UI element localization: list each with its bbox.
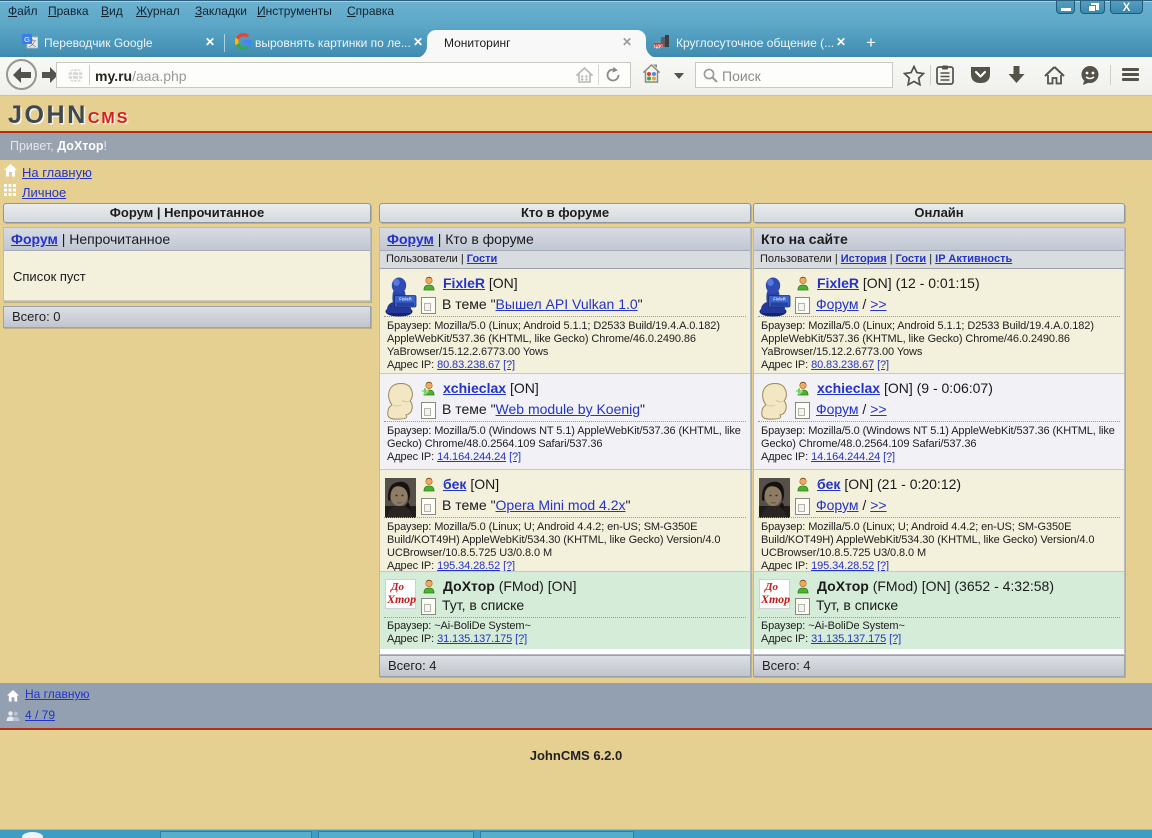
svg-text:ЦДС: ЦДС bbox=[654, 43, 664, 48]
svg-text:G: G bbox=[24, 35, 30, 44]
svg-text:FixleR: FixleR bbox=[773, 297, 786, 302]
svg-text:FixleR: FixleR bbox=[399, 297, 412, 302]
